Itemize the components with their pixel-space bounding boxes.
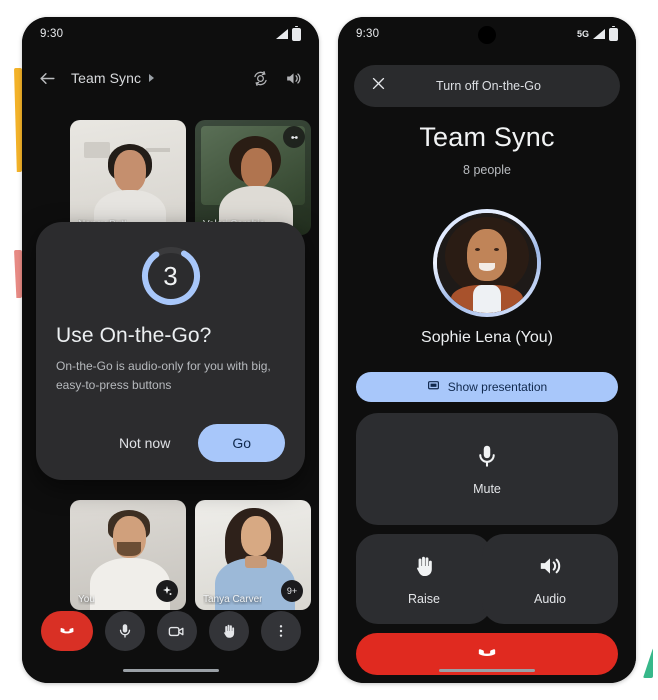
left-meeting-header: Team Sync <box>22 57 319 99</box>
avatar <box>433 209 541 317</box>
dialog-title: Use On-the-Go? <box>56 324 212 347</box>
phone-right: 9:30 5G Turn off On-the-Go Team Sync 8 p… <box>338 17 636 683</box>
video-tile-nancy[interactable]: Nancy Butt ⋮ <box>70 120 186 235</box>
raise-label: Raise <box>408 591 440 606</box>
present-screen-icon <box>427 379 440 395</box>
camera-punch-hole <box>478 26 496 44</box>
caret-right-icon[interactable] <box>149 74 155 82</box>
battery-icon <box>292 25 301 41</box>
camera-button[interactable] <box>156 611 197 651</box>
on-the-go-dialog: 3 Use On-the-Go? On-the-Go is audio-only… <box>36 222 305 481</box>
end-call-button[interactable] <box>40 611 93 651</box>
video-feed <box>70 120 186 235</box>
not-now-button[interactable]: Not now <box>103 425 186 461</box>
raise-hand-button[interactable] <box>208 611 249 651</box>
signal-bars-icon <box>276 29 288 39</box>
avatar-photo <box>437 213 537 313</box>
banner-label: Turn off On-the-Go <box>436 79 541 93</box>
dialog-actions: Not now Go <box>56 424 285 463</box>
show-presentation-button[interactable]: Show presentation <box>356 372 618 402</box>
mute-button[interactable]: Mute <box>356 413 618 525</box>
sparkle-icon[interactable] <box>156 580 178 602</box>
dialog-body: On-the-Go is audio-only for you with big… <box>56 359 271 392</box>
mute-label: Mute <box>473 481 501 496</box>
meeting-title[interactable]: Team Sync <box>71 70 141 86</box>
raised-hand-icon <box>411 553 437 582</box>
speaker-icon <box>537 553 563 582</box>
back-arrow-icon[interactable] <box>38 69 57 88</box>
decorative-accent-pink <box>14 250 22 298</box>
decorative-accent-yellow <box>14 68 22 172</box>
tile-name-label: You <box>78 594 95 605</box>
more-options-button[interactable] <box>260 611 301 651</box>
left-status-time: 9:30 <box>40 28 64 40</box>
left-status-bar: 9:30 <box>22 17 319 51</box>
page-canvas: 9:30 Team Sync You 9+ Tanya Carver 3 Use… <box>0 0 658 700</box>
right-status-time: 9:30 <box>356 28 380 40</box>
left-screen: 9:30 Team Sync You 9+ Tanya Carver 3 Use… <box>22 17 319 683</box>
signal-bars-icon <box>593 29 605 39</box>
go-button[interactable]: Go <box>198 424 285 463</box>
raise-hand-button[interactable]: Raise <box>356 534 492 624</box>
effects-icon[interactable] <box>283 126 305 148</box>
countdown-wrapper: 3 <box>56 244 285 308</box>
battery-icon <box>609 25 618 41</box>
microphone-button[interactable] <box>104 611 145 651</box>
speaker-name: Sophie Lena (You) <box>421 329 553 346</box>
participant-count-badge[interactable]: 9+ <box>281 580 303 602</box>
left-home-indicator <box>122 668 219 672</box>
tile-name-label: Tanya Carver <box>203 594 263 605</box>
left-control-bar <box>22 611 319 651</box>
speaker-icon[interactable] <box>284 69 303 88</box>
right-screen: 9:30 5G Turn off On-the-Go Team Sync 8 p… <box>338 17 636 683</box>
video-tile-tanya[interactable]: 9+ Tanya Carver <box>195 500 311 610</box>
participant-count: 8 people <box>463 163 511 177</box>
meeting-title: Team Sync <box>419 122 555 152</box>
turn-off-on-the-go-banner[interactable]: Turn off On-the-Go <box>354 65 620 107</box>
decorative-accent-green <box>643 648 653 678</box>
countdown-value: 3 <box>163 260 178 291</box>
switch-camera-icon[interactable] <box>251 69 270 88</box>
audio-button[interactable]: Audio <box>482 534 618 624</box>
phone-hangup-icon <box>473 639 501 670</box>
audio-label: Audio <box>534 591 566 606</box>
phone-left: 9:30 Team Sync You 9+ Tanya Carver 3 Use… <box>22 17 319 683</box>
network-label: 5G <box>576 29 589 39</box>
video-tile-valeri[interactable]: Valeri Sarabia <box>195 120 311 235</box>
show-presentation-label: Show presentation <box>447 380 548 394</box>
video-tile-you[interactable]: You <box>70 500 186 610</box>
right-home-indicator <box>439 668 535 672</box>
countdown-ring: 3 <box>139 244 203 308</box>
microphone-icon <box>474 443 500 472</box>
